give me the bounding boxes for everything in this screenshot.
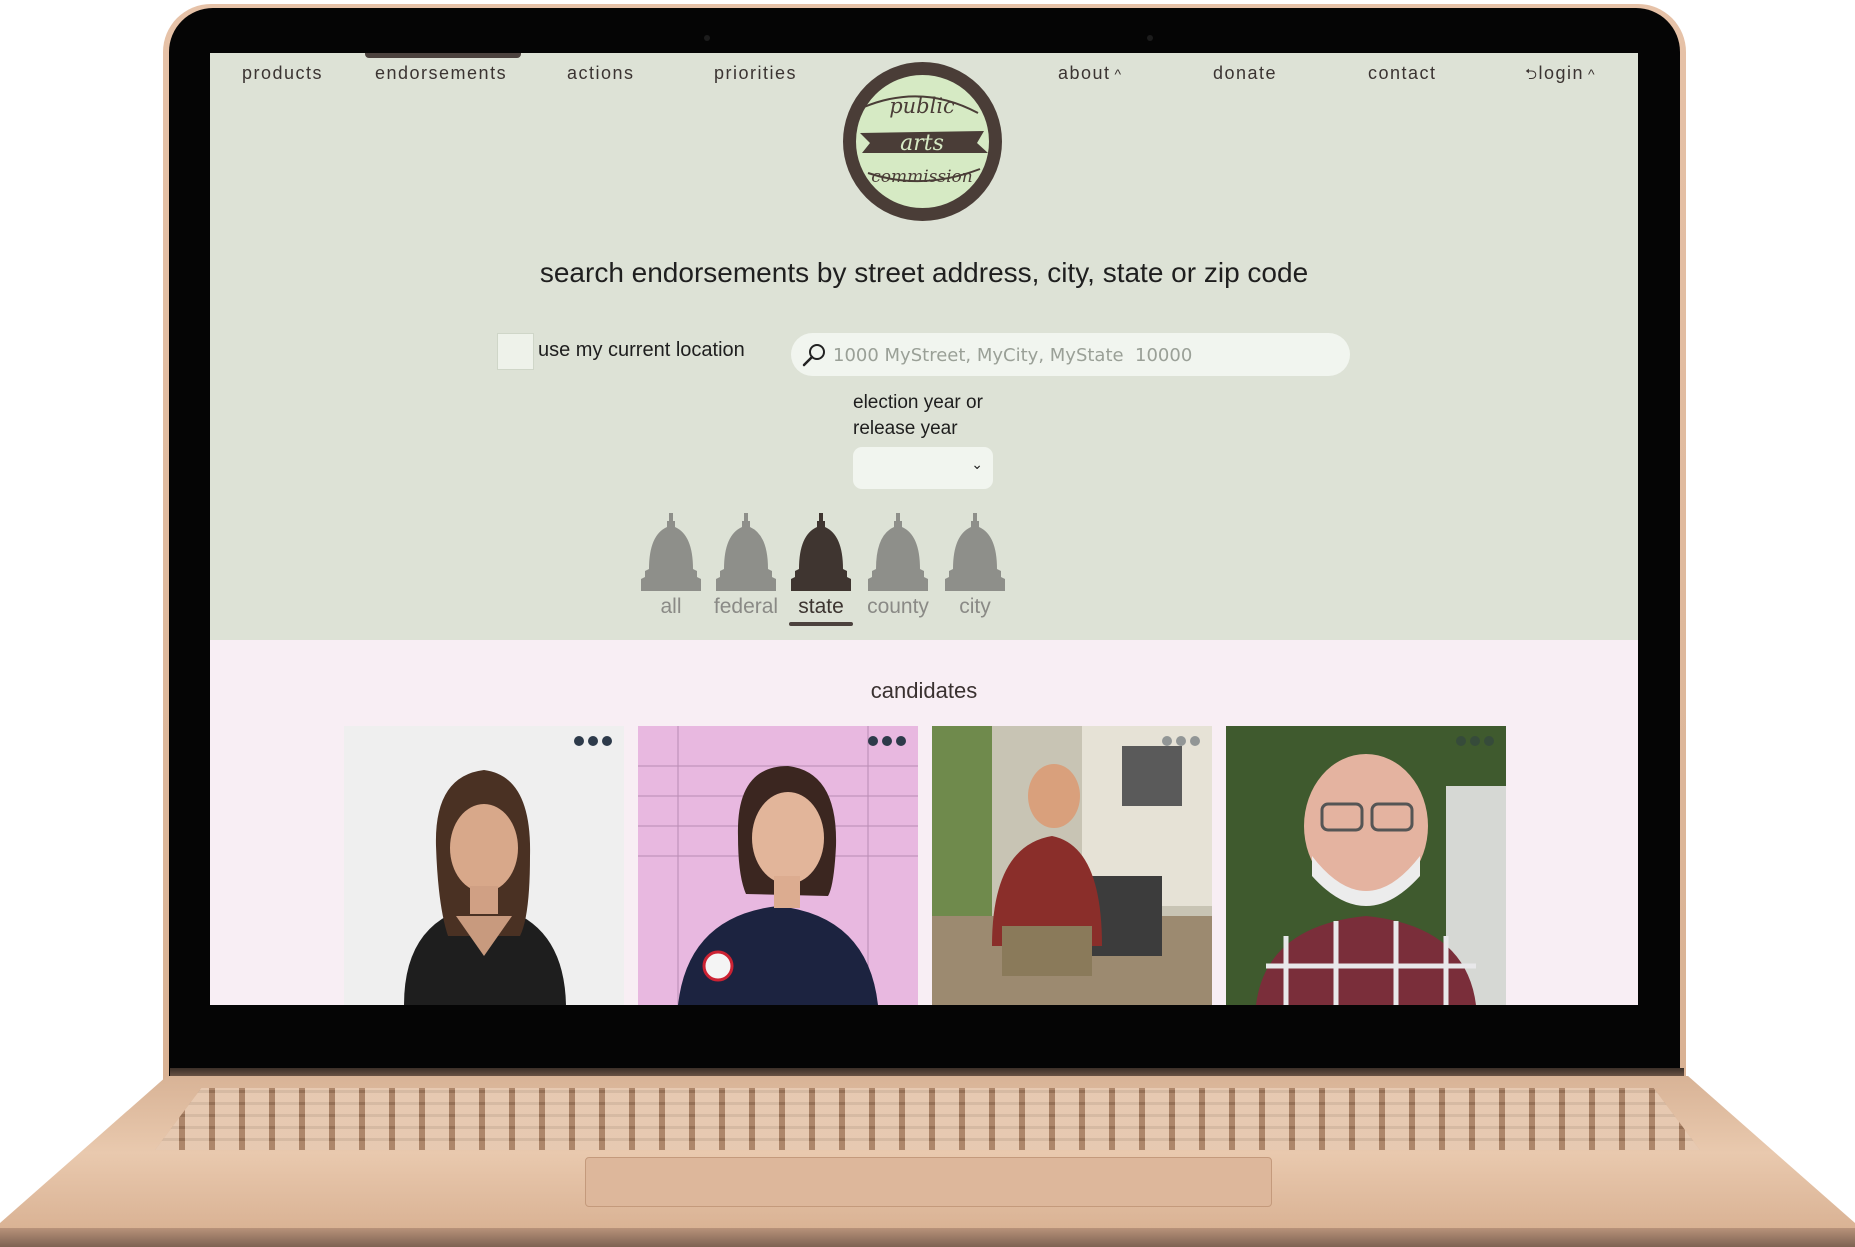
- filter-city-label: city: [959, 595, 991, 618]
- candidate-photo: [1226, 726, 1506, 1005]
- nav-donate[interactable]: donate: [1213, 63, 1277, 84]
- candidate-card[interactable]: [638, 726, 918, 1005]
- nav-about-label: about: [1058, 63, 1111, 83]
- capitol-dome-icon: [716, 513, 776, 591]
- nav-actions[interactable]: actions: [567, 63, 635, 84]
- laptop-trackpad: [585, 1157, 1272, 1207]
- filter-federal-label: federal: [713, 595, 779, 618]
- year-label: election year or release year: [853, 390, 1053, 442]
- year-label-line2: release year: [853, 418, 958, 439]
- logo-word-public: public: [889, 94, 955, 118]
- logo-word-commission: commission: [871, 167, 973, 187]
- more-dots-icon[interactable]: [868, 736, 906, 746]
- filter-federal[interactable]: federal: [706, 513, 786, 619]
- filter-underline: [789, 622, 853, 626]
- candidate-card[interactable]: [1226, 726, 1506, 1005]
- nav-products[interactable]: products: [242, 63, 323, 84]
- search-icon: [802, 344, 825, 367]
- nav-priorities[interactable]: priorities: [714, 63, 797, 84]
- address-search-field[interactable]: [791, 333, 1350, 376]
- bezel-sensor: [704, 35, 710, 41]
- search-section: products endorsements actions priorities…: [210, 53, 1638, 640]
- more-dots-icon[interactable]: [1162, 736, 1200, 746]
- capitol-dome-icon: [791, 513, 851, 591]
- nav-endorsements[interactable]: endorsements: [375, 63, 507, 84]
- more-dots-icon[interactable]: [574, 736, 612, 746]
- login-icon: ⮌: [1525, 66, 1539, 83]
- screen: products endorsements actions priorities…: [210, 53, 1638, 1005]
- nav-login-label: login: [1538, 63, 1585, 83]
- chevron-up-icon: ^: [1588, 66, 1597, 82]
- laptop-keyboard: [155, 1088, 1700, 1150]
- nav-login[interactable]: ⮌login ^: [1525, 63, 1596, 89]
- year-select[interactable]: ⌄: [853, 447, 993, 489]
- filter-state-label: state: [798, 595, 844, 618]
- nav-active-indicator: [365, 53, 521, 58]
- laptop-base-edge: [0, 1228, 1855, 1247]
- candidate-photo: [932, 726, 1212, 1005]
- filter-state[interactable]: state: [781, 513, 861, 626]
- candidate-card[interactable]: [344, 726, 624, 1005]
- more-dots-icon[interactable]: [1456, 736, 1494, 746]
- candidate-card[interactable]: [932, 726, 1212, 1005]
- filter-all[interactable]: all: [631, 513, 711, 619]
- filter-county-label: county: [867, 595, 929, 618]
- logo-word-arts: arts: [900, 131, 944, 156]
- chevron-down-icon: ⌄: [971, 457, 983, 473]
- chevron-up-icon: ^: [1114, 66, 1123, 82]
- year-label-line1: election year or: [853, 392, 983, 413]
- public-arts-commission-logo[interactable]: public arts commission: [842, 61, 1003, 222]
- candidates-heading: candidates: [870, 678, 978, 703]
- filter-county[interactable]: county: [858, 513, 938, 619]
- capitol-dome-icon: [868, 513, 928, 591]
- search-heading: search endorsements by street address, c…: [539, 257, 1309, 288]
- nav-about[interactable]: about ^: [1058, 63, 1123, 84]
- filter-all-label: all: [660, 595, 682, 618]
- address-search-input[interactable]: [831, 339, 1335, 371]
- filter-city[interactable]: city: [935, 513, 1015, 619]
- candidate-photo: [638, 726, 918, 1005]
- use-location-label[interactable]: use my current location: [538, 339, 745, 362]
- use-location-checkbox[interactable]: [497, 333, 534, 370]
- capitol-dome-icon: [945, 513, 1005, 591]
- webcam: [1147, 35, 1153, 41]
- nav-contact[interactable]: contact: [1368, 63, 1437, 84]
- candidate-photo: [344, 726, 624, 1005]
- capitol-dome-icon: [641, 513, 701, 591]
